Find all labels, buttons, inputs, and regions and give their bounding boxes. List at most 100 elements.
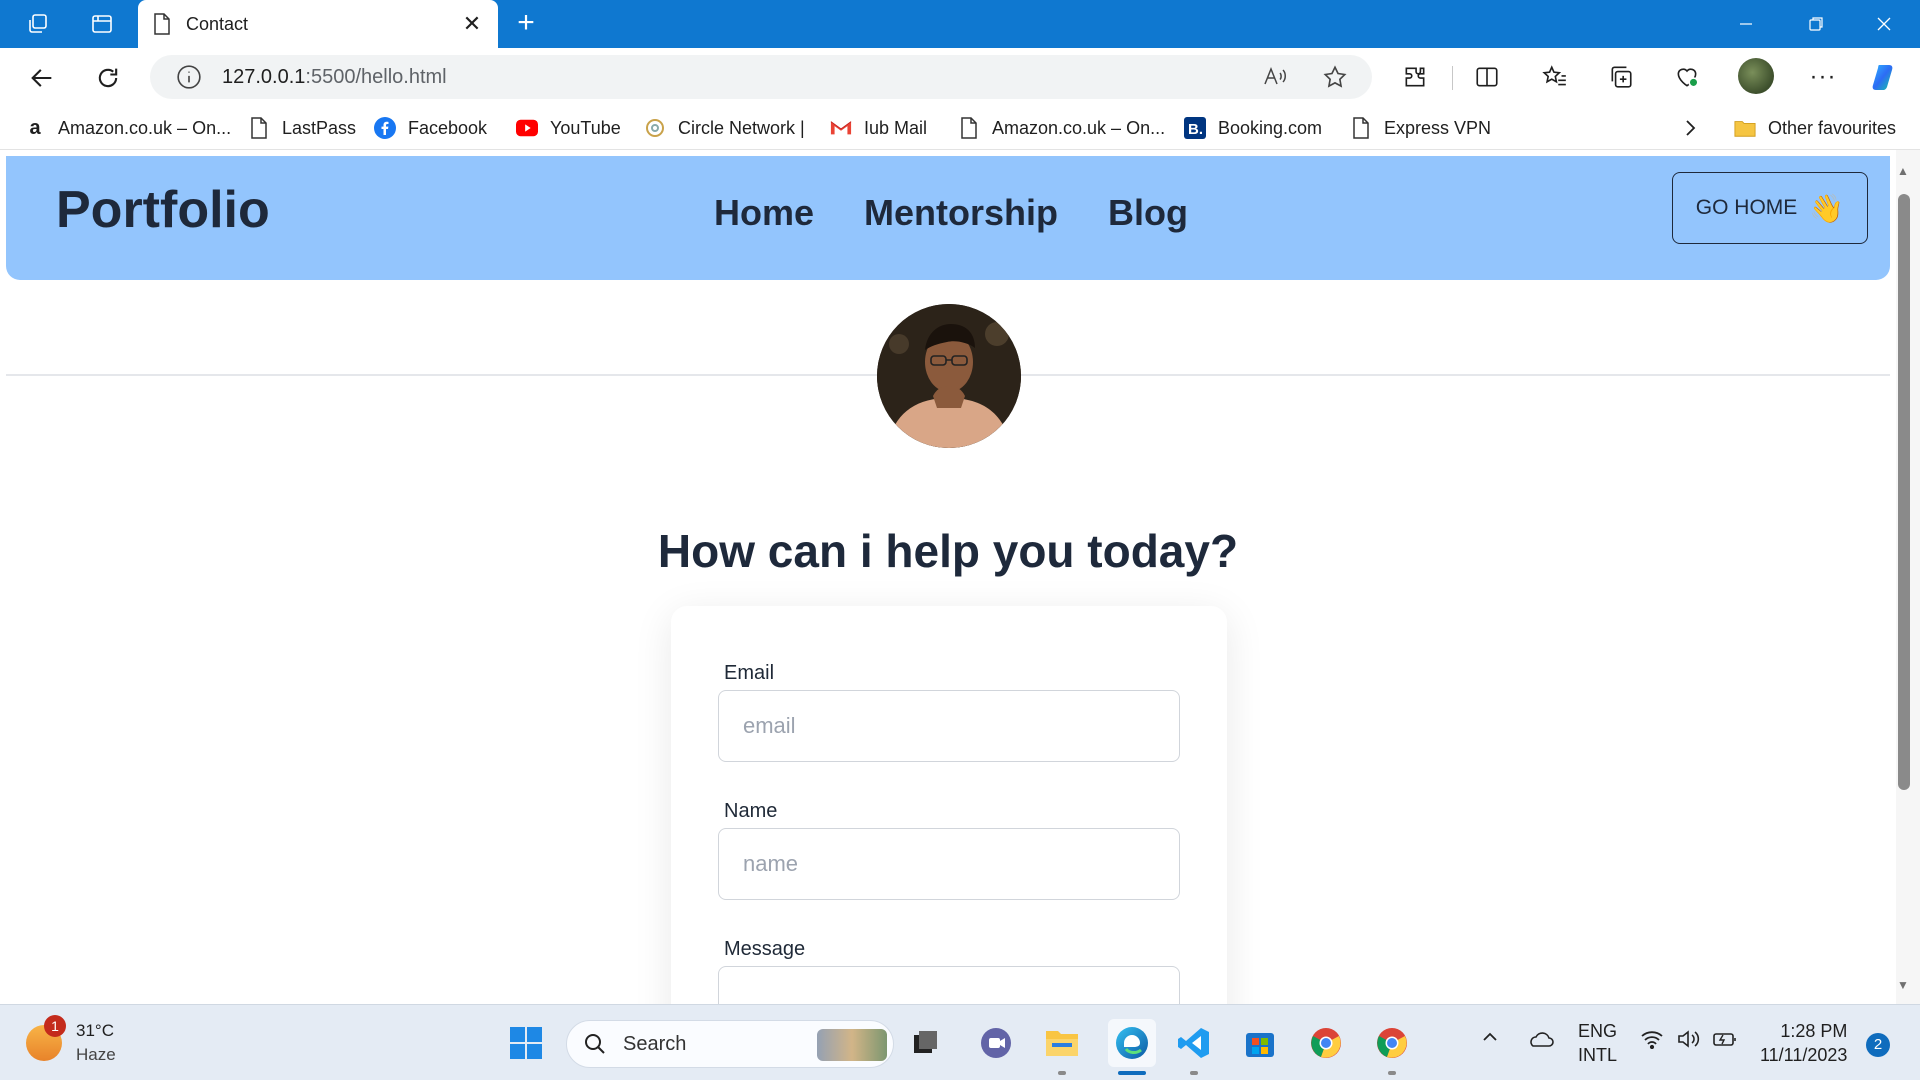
microsoft-store-icon[interactable]: [1240, 1023, 1280, 1063]
scrollbar-thumb[interactable]: [1898, 194, 1910, 790]
input-language[interactable]: ENG INTL: [1578, 1019, 1617, 1067]
chrome-profile-icon[interactable]: [1372, 1023, 1412, 1063]
system-clock[interactable]: 1:28 PM 11/11/2023: [1760, 1019, 1847, 1067]
favourite-facebook[interactable]: Facebook: [374, 114, 487, 142]
notification-badge[interactable]: 2: [1866, 1033, 1890, 1057]
page-viewport: Portfolio Home Mentorship Blog GO HOME 👋…: [0, 150, 1920, 1004]
file-explorer-running-indicator: [1058, 1071, 1066, 1075]
browser-essentials-icon[interactable]: [1672, 62, 1702, 92]
scroll-down-icon[interactable]: ▼: [1895, 978, 1911, 994]
windows-taskbar: 1 31°C Haze Search ENG INTL 1:28 PM 11/1…: [0, 1004, 1920, 1080]
email-field[interactable]: [718, 690, 1180, 762]
chrome-icon[interactable]: [1306, 1023, 1346, 1063]
search-label: Search: [623, 1032, 687, 1055]
copilot-icon[interactable]: [1870, 62, 1900, 92]
onedrive-icon[interactable]: [1526, 1029, 1554, 1055]
site-header: Portfolio Home Mentorship Blog GO HOME 👋: [6, 156, 1890, 280]
split-screen-icon[interactable]: [1472, 62, 1502, 92]
favourite-booking[interactable]: B. Booking.com: [1184, 114, 1322, 142]
close-window-icon[interactable]: [1854, 0, 1914, 48]
profile-avatar[interactable]: [1738, 58, 1774, 94]
favourite-amazon-2[interactable]: Amazon.co.uk – On...: [958, 114, 1165, 142]
favourite-circle-network[interactable]: Circle Network |: [644, 114, 805, 142]
url-host: 127.0.0.1: [222, 65, 306, 88]
scroll-up-icon[interactable]: ▲: [1895, 164, 1911, 180]
site-nav: Home Mentorship Blog: [714, 192, 1188, 234]
facebook-icon: [374, 117, 396, 139]
contact-form: Email Name Message: [671, 606, 1227, 1004]
favourite-lastpass[interactable]: LastPass: [248, 114, 356, 142]
more-favourites-chevron-icon[interactable]: [1682, 114, 1698, 142]
back-icon[interactable]: [24, 60, 60, 96]
battery-icon[interactable]: [1712, 1029, 1738, 1055]
file-explorer-icon[interactable]: [1042, 1023, 1082, 1063]
gmail-icon: [830, 117, 852, 139]
weather-alert-badge: 1: [44, 1015, 66, 1037]
nav-mentorship[interactable]: Mentorship: [864, 192, 1058, 234]
favourite-label: LastPass: [282, 117, 357, 138]
favorites-icon[interactable]: [1540, 62, 1570, 92]
vscode-running-indicator: [1190, 1071, 1198, 1075]
other-favourites[interactable]: Other favourites: [1734, 114, 1896, 142]
favourites-bar: a Amazon.co.uk – On... LastPass Facebook…: [0, 106, 1920, 150]
url-path: :5500/hello.html: [305, 65, 447, 88]
collections-icon[interactable]: [1606, 62, 1636, 92]
circle-network-icon: [644, 117, 666, 139]
nav-home[interactable]: Home: [714, 192, 814, 234]
name-label: Name: [724, 800, 778, 822]
site-info-icon[interactable]: [176, 64, 202, 90]
taskbar-search[interactable]: Search: [566, 1020, 894, 1068]
read-aloud-icon[interactable]: [1262, 64, 1288, 90]
teams-chat-icon[interactable]: [976, 1023, 1016, 1063]
favourite-label: Iub Mail: [864, 117, 928, 138]
workspaces-icon[interactable]: [24, 10, 52, 38]
restore-icon[interactable]: [1786, 0, 1846, 48]
new-tab-icon[interactable]: +: [510, 8, 542, 40]
browser-title-bar: Contact ✕ +: [0, 0, 1920, 48]
favourite-express-vpn[interactable]: Express VPN: [1350, 114, 1491, 142]
page-heading: How can i help you today?: [657, 525, 1239, 577]
page-icon: [154, 13, 170, 35]
favourite-label: Circle Network |: [678, 117, 805, 138]
tab-title: Contact: [186, 13, 249, 34]
volume-icon[interactable]: [1676, 1029, 1702, 1055]
message-field[interactable]: [718, 966, 1180, 1004]
toolbar-separator: [1452, 66, 1453, 90]
url-text: 127.0.0.1:5500/hello.html: [222, 66, 447, 89]
edge-browser-icon[interactable]: [1108, 1019, 1156, 1067]
weather-temperature: 31°C: [76, 1021, 114, 1040]
tab-actions-icon[interactable]: [88, 10, 116, 38]
refresh-icon[interactable]: [90, 60, 126, 96]
favourite-label: Express VPN: [1384, 117, 1492, 138]
brand-logo[interactable]: Portfolio: [56, 180, 270, 240]
task-view-icon[interactable]: [906, 1023, 946, 1063]
minimize-icon[interactable]: [1716, 0, 1776, 48]
waving-hand-icon: 👋: [1809, 192, 1845, 224]
favourite-label: Amazon.co.uk – On...: [58, 117, 232, 138]
favourite-iub-mail[interactable]: Iub Mail: [830, 114, 927, 142]
booking-icon: B.: [1184, 117, 1206, 139]
close-tab-icon[interactable]: ✕: [460, 11, 484, 37]
nav-blog[interactable]: Blog: [1108, 192, 1188, 234]
address-bar[interactable]: 127.0.0.1:5500/hello.html: [150, 55, 1372, 99]
youtube-icon: [516, 117, 538, 139]
more-options-icon[interactable]: ···: [1808, 62, 1838, 92]
extensions-icon[interactable]: [1400, 62, 1430, 92]
favourite-amazon[interactable]: a Amazon.co.uk – On...: [24, 114, 231, 142]
search-icon: [585, 1034, 605, 1054]
favourite-label: Booking.com: [1218, 117, 1323, 138]
start-icon[interactable]: [506, 1023, 546, 1063]
chrome-running-indicator: [1388, 1071, 1396, 1075]
page-icon: [248, 117, 270, 139]
wifi-icon[interactable]: [1640, 1029, 1664, 1055]
favourite-youtube[interactable]: YouTube: [516, 114, 621, 142]
favorite-star-icon[interactable]: [1322, 64, 1348, 90]
show-hidden-icons-chevron-icon[interactable]: [1480, 1027, 1500, 1053]
active-tab[interactable]: Contact ✕: [138, 0, 498, 48]
message-label: Message: [724, 938, 806, 960]
name-field[interactable]: [718, 828, 1180, 900]
vscode-icon[interactable]: [1174, 1023, 1214, 1063]
weather-widget[interactable]: 1 31°C Haze: [26, 1015, 116, 1067]
amazon-icon: a: [29, 116, 41, 139]
go-home-button[interactable]: GO HOME 👋: [1672, 172, 1868, 244]
